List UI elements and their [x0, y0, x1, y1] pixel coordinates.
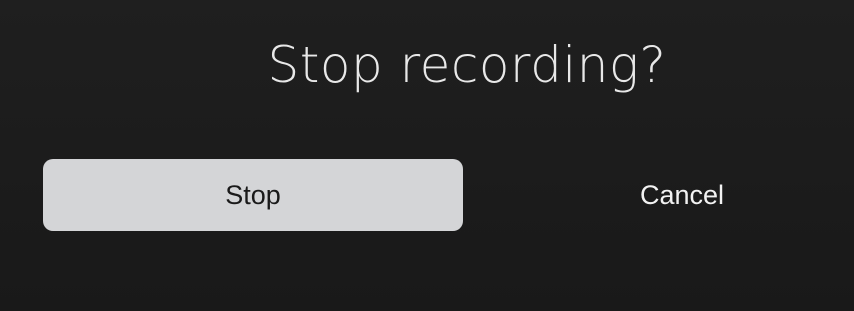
stop-button[interactable]: Stop [43, 159, 463, 231]
stop-recording-dialog: Stop recording? Stop Cancel [0, 0, 854, 311]
cancel-button[interactable]: Cancel [517, 159, 847, 231]
dialog-actions: Stop Cancel [0, 159, 854, 231]
dialog-title: Stop recording? [267, 36, 667, 94]
